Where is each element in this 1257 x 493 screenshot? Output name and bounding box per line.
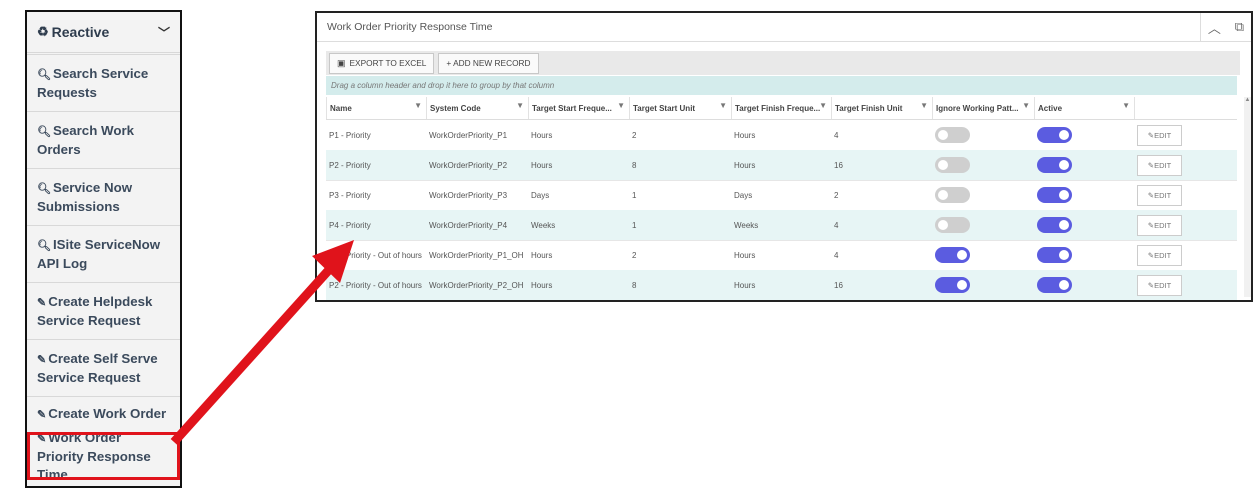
red-arrow-annotation [170,240,354,446]
